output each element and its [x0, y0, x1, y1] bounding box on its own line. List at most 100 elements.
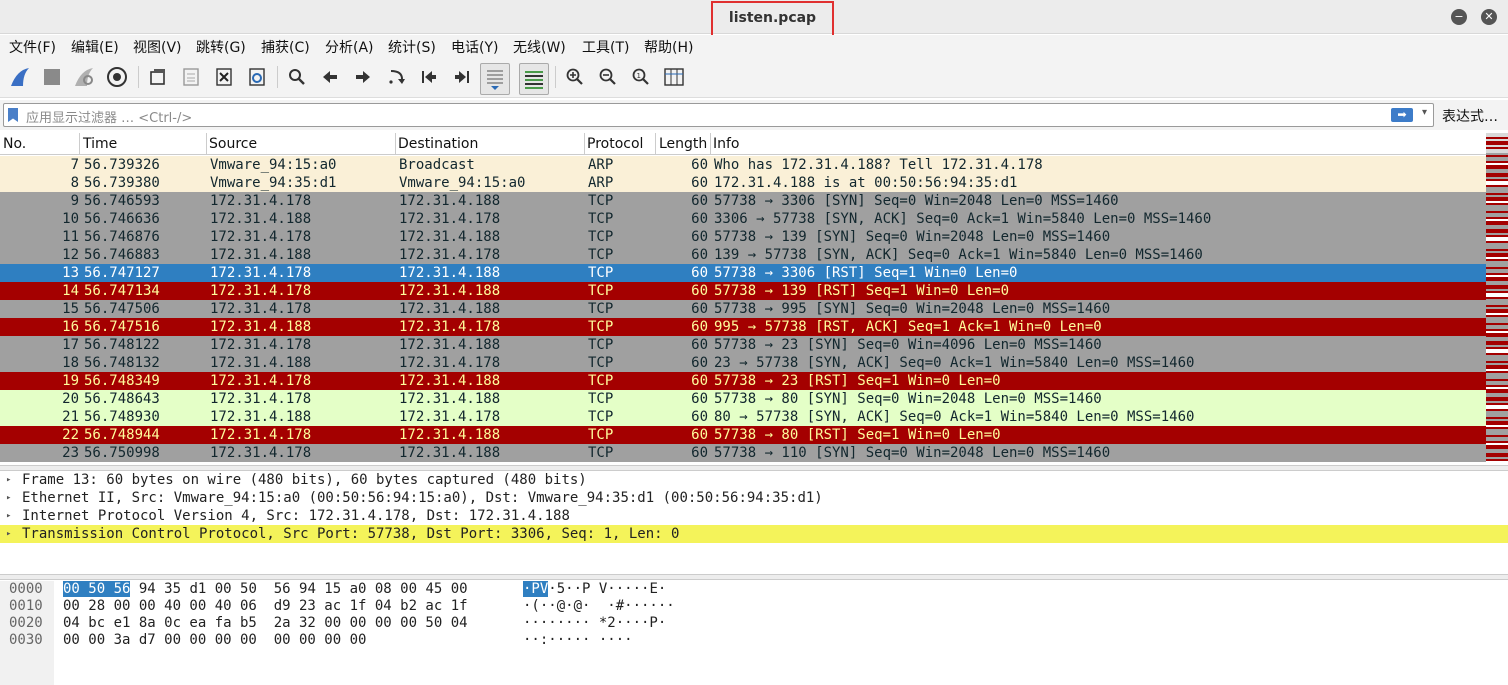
find-packet-icon[interactable]	[283, 63, 311, 91]
packet-row[interactable]: 18 56.748132 172.31.4.188 172.31.4.178 TCP 60…	[0, 354, 1486, 372]
packet-list[interactable]: No. Time Source Destination Protocol Len…	[0, 133, 1486, 466]
hex-row[interactable]: 00 50 56 94 35 d1 00 50 56 94 15 a0 08 0…	[63, 581, 468, 598]
reload-file-icon[interactable]	[243, 63, 271, 91]
hex-row[interactable]: 04 bc e1 8a 0c ea fa b5 2a 32 00 00 00 0…	[63, 615, 468, 632]
menu-telephony[interactable]: 电话(Y)	[451, 37, 498, 57]
last-packet-icon[interactable]	[448, 63, 476, 91]
packet-row[interactable]: 9 56.746593 172.31.4.178 172.31.4.188 TCP 60 5…	[0, 192, 1486, 210]
open-file-icon[interactable]	[144, 63, 172, 91]
shark-fin-start-icon[interactable]	[6, 63, 34, 91]
restart-capture-icon[interactable]	[70, 63, 98, 91]
packet-row[interactable]: 15 56.747506 172.31.4.178 172.31.4.188 TCP 60…	[0, 300, 1486, 318]
column-protocol[interactable]: Protocol	[587, 136, 643, 158]
packet-list-minimap-scrollbar[interactable]	[1486, 133, 1508, 467]
menu-analyze[interactable]: 分析(A)	[325, 37, 374, 57]
go-forward-icon[interactable]	[349, 63, 377, 91]
menu-wireless[interactable]: 无线(W)	[513, 37, 566, 57]
column-divider[interactable]	[206, 133, 207, 155]
packet-row[interactable]: 11 56.746876 172.31.4.178 172.31.4.188 TCP 60…	[0, 228, 1486, 246]
ascii-row[interactable]: ·PV·5··P V·····E·	[523, 581, 666, 598]
close-file-icon[interactable]	[210, 63, 238, 91]
display-filter-input[interactable]: 应用显示过滤器 … <Ctrl-/> ➡ ▾	[3, 103, 1434, 127]
packet-source: 172.31.4.178	[210, 391, 312, 407]
column-divider[interactable]	[395, 133, 396, 155]
hex-selected[interactable]: 00 50 56	[63, 581, 131, 597]
ascii-row[interactable]: ··:····· ····	[523, 632, 633, 649]
zoom-in-icon[interactable]	[561, 63, 589, 91]
stop-capture-icon[interactable]	[38, 63, 66, 91]
bookmark-icon[interactable]	[8, 108, 18, 122]
go-to-packet-icon[interactable]	[382, 63, 410, 91]
column-divider[interactable]	[710, 133, 711, 155]
minimize-button[interactable]: −	[1451, 9, 1467, 25]
menu-file[interactable]: 文件(F)	[9, 37, 56, 57]
normal-size-icon[interactable]: 1	[627, 63, 655, 91]
hex-bytes[interactable]: 00 00 3a d7 00 00 00 00 00 00 00 00	[63, 632, 366, 648]
column-divider[interactable]	[79, 133, 80, 155]
ascii-bytes[interactable]: ········ *2····P·	[523, 615, 666, 631]
packet-row[interactable]: 14 56.747134 172.31.4.178 172.31.4.188 TCP 60…	[0, 282, 1486, 300]
menu-edit[interactable]: 编辑(E)	[71, 37, 119, 57]
column-info[interactable]: Info	[713, 136, 740, 158]
packet-row[interactable]: 16 56.747516 172.31.4.188 172.31.4.178 TCP 60…	[0, 318, 1486, 336]
auto-scroll-icon[interactable]	[480, 63, 510, 95]
ascii-row[interactable]: ·(··@·@· ·#······	[523, 598, 675, 615]
pane-splitter[interactable]	[0, 574, 1508, 580]
column-destination[interactable]: Destination	[398, 136, 478, 158]
packet-row[interactable]: 10 56.746636 172.31.4.188 172.31.4.178 TCP 60…	[0, 210, 1486, 228]
ascii-bytes[interactable]: ·5··P V·····E·	[548, 581, 666, 597]
detail-row-ipv4[interactable]: ▸ Internet Protocol Version 4, Src: 172.…	[0, 507, 1508, 525]
zoom-out-icon[interactable]	[594, 63, 622, 91]
packet-time: 56.747134	[84, 283, 160, 299]
hex-bytes[interactable]: 00 28 00 00 40 00 40 06 d9 23 ac 1f 04 b…	[63, 598, 468, 614]
apply-filter-arrow-icon[interactable]: ➡	[1391, 108, 1413, 122]
detail-row-tcp[interactable]: ▸ Transmission Control Protocol, Src Por…	[0, 525, 1508, 543]
packet-row[interactable]: 20 56.748643 172.31.4.178 172.31.4.188 TCP 60…	[0, 390, 1486, 408]
packet-row[interactable]: 19 56.748349 172.31.4.178 172.31.4.188 TCP 60…	[0, 372, 1486, 390]
ascii-selected[interactable]: ·PV	[523, 581, 549, 597]
hex-bytes[interactable]: 04 bc e1 8a 0c ea fa b5 2a 32 00 00 00 0…	[63, 615, 468, 631]
menu-help[interactable]: 帮助(H)	[644, 37, 693, 57]
resize-columns-icon[interactable]	[660, 63, 688, 91]
packet-row[interactable]: 7 56.739326 Vmware_94:15:a0 Broadcast ARP 60 W…	[0, 156, 1486, 174]
menu-capture[interactable]: 捕获(C)	[261, 37, 310, 57]
column-time[interactable]: Time	[83, 136, 117, 158]
filter-history-dropdown-icon[interactable]: ▾	[1422, 107, 1427, 118]
packet-row[interactable]: 21 56.748930 172.31.4.188 172.31.4.178 TCP 60…	[0, 408, 1486, 426]
packet-row[interactable]: 17 56.748122 172.31.4.178 172.31.4.188 TCP 60…	[0, 336, 1486, 354]
column-source[interactable]: Source	[209, 136, 257, 158]
column-length[interactable]: Length	[659, 136, 707, 158]
expand-arrow-icon[interactable]: ▸	[6, 507, 11, 525]
detail-row-ethernet[interactable]: ▸ Ethernet II, Src: Vmware_94:15:a0 (00:…	[0, 489, 1508, 507]
colorize-icon[interactable]	[519, 63, 549, 95]
packet-row[interactable]: 22 56.748944 172.31.4.178 172.31.4.188 TCP 60…	[0, 426, 1486, 444]
first-packet-icon[interactable]	[415, 63, 443, 91]
close-button[interactable]: ✕	[1481, 9, 1497, 25]
go-back-icon[interactable]	[316, 63, 344, 91]
expression-button[interactable]: 表达式…	[1442, 106, 1498, 126]
menu-tools[interactable]: 工具(T)	[582, 37, 629, 57]
detail-row-frame[interactable]: ▸ Frame 13: 60 bytes on wire (480 bits),…	[0, 471, 1508, 489]
capture-options-gear-icon[interactable]	[103, 63, 131, 91]
packet-row[interactable]: 8 56.739380 Vmware_94:35:d1 Vmware_94:15:a0…	[0, 174, 1486, 192]
menu-statistics[interactable]: 统计(S)	[388, 37, 436, 57]
title-bar: listen.pcap − ✕	[0, 0, 1508, 37]
ascii-bytes[interactable]: ··:····· ····	[523, 632, 633, 648]
expand-arrow-icon[interactable]: ▸	[6, 471, 11, 489]
ascii-row[interactable]: ········ *2····P·	[523, 615, 666, 632]
ascii-bytes[interactable]: ·(··@·@· ·#······	[523, 598, 675, 614]
expand-arrow-icon[interactable]: ▸	[6, 489, 11, 507]
hex-row[interactable]: 00 28 00 00 40 00 40 06 d9 23 ac 1f 04 b…	[63, 598, 468, 615]
column-no[interactable]: No.	[3, 136, 26, 158]
hex-bytes[interactable]: 94 35 d1 00 50 56 94 15 a0 08 00 45 00	[130, 581, 468, 597]
packet-row[interactable]: 12 56.746883 172.31.4.188 172.31.4.178 TCP 60…	[0, 246, 1486, 264]
packet-row-selected[interactable]: 13 56.747127 172.31.4.178 172.31.4.188 TCP 60…	[0, 264, 1486, 282]
save-file-icon[interactable]	[177, 63, 205, 91]
packet-row[interactable]: 23 56.750998 172.31.4.178 172.31.4.188 TCP 60…	[0, 444, 1486, 462]
column-divider[interactable]	[584, 133, 585, 155]
expand-arrow-icon[interactable]: ▸	[6, 525, 11, 543]
menu-view[interactable]: 视图(V)	[133, 37, 182, 57]
hex-row[interactable]: 00 00 3a d7 00 00 00 00 00 00 00 00	[63, 632, 366, 649]
menu-go[interactable]: 跳转(G)	[196, 37, 246, 57]
column-divider[interactable]	[655, 133, 656, 155]
